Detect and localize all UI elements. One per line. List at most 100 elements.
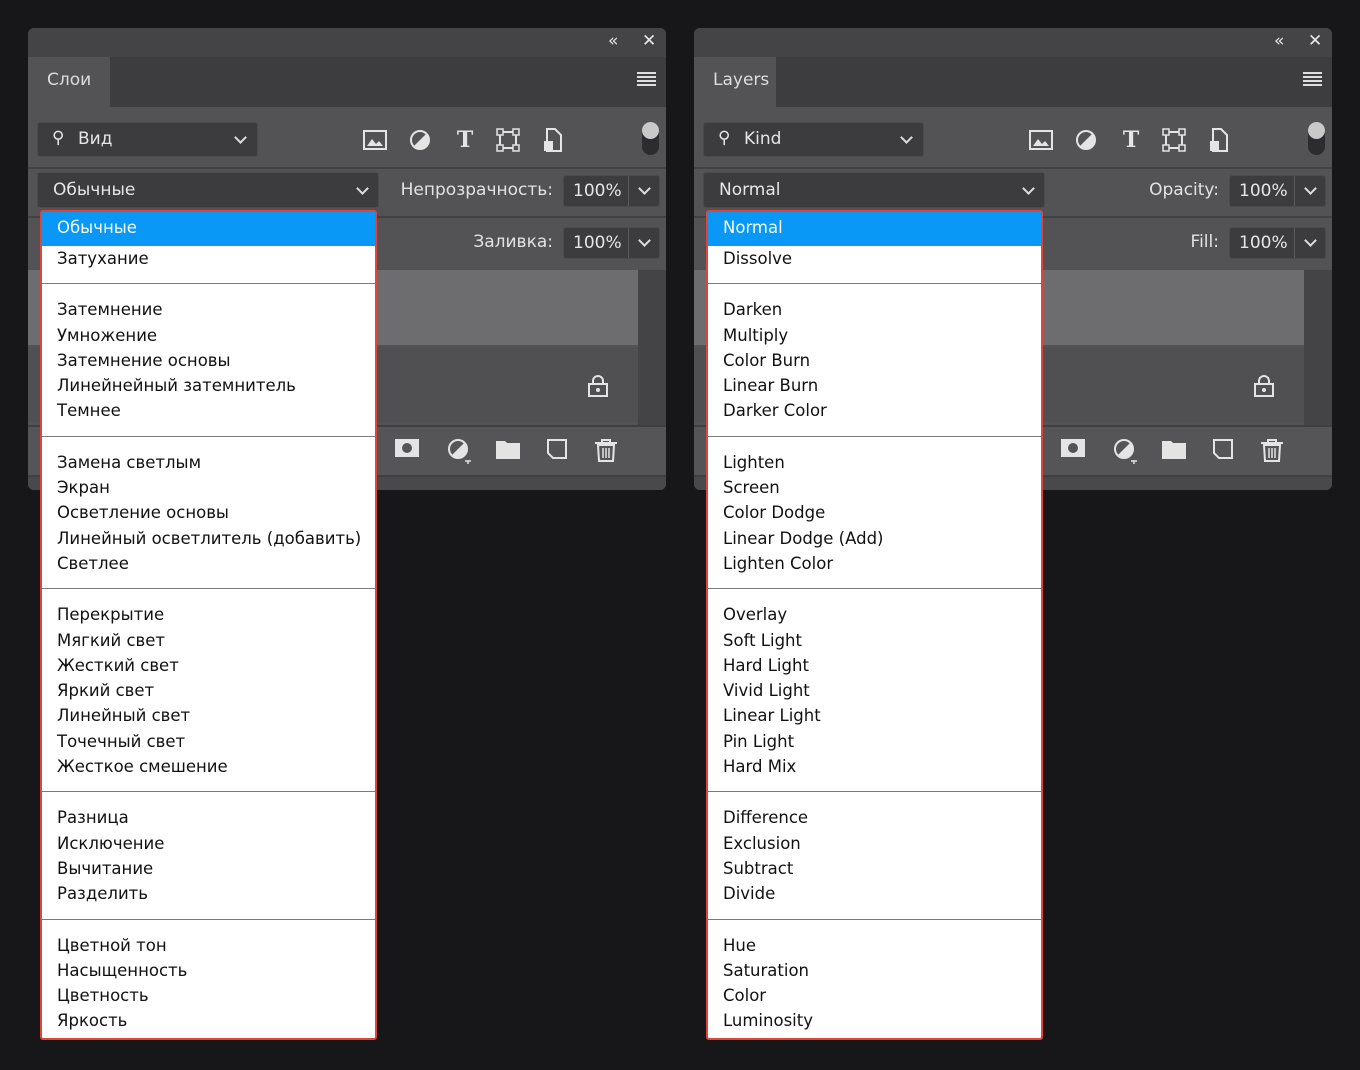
blend-mode-option[interactable]: Затемнение <box>42 297 375 322</box>
blend-mode-option[interactable]: Темнее <box>42 398 375 423</box>
blend-mode-option[interactable]: Hard Light <box>708 653 1041 678</box>
blend-mode-option[interactable]: Экран <box>42 475 375 500</box>
blend-mode-option[interactable]: Замена светлым <box>42 450 375 475</box>
add-mask-icon[interactable] <box>1061 438 1085 460</box>
blend-mode-option[interactable]: Linear Light <box>708 703 1041 728</box>
delete-layer-icon[interactable] <box>594 438 618 462</box>
blend-mode-option[interactable]: Жесткое смешение <box>42 754 375 779</box>
new-group-icon[interactable] <box>1161 438 1186 460</box>
panel-menu-icon[interactable] <box>637 72 656 88</box>
lock-icon[interactable] <box>588 375 608 401</box>
blend-mode-option[interactable]: Darken <box>708 297 1041 322</box>
blend-mode-option[interactable]: Точечный свет <box>42 729 375 754</box>
fill-input[interactable]: 100% <box>563 227 660 259</box>
adjustment-layer-filter-icon[interactable] <box>407 127 433 153</box>
blend-mode-option[interactable]: Divide <box>708 881 1041 906</box>
new-adjustment-layer-icon[interactable] <box>1113 438 1137 464</box>
blend-mode-option-selected[interactable]: Normal <box>708 212 1041 246</box>
type-layer-filter-icon[interactable]: T <box>452 127 478 153</box>
blend-mode-option[interactable]: Color Burn <box>708 348 1041 373</box>
collapse-icon[interactable]: « <box>1274 31 1284 51</box>
filter-toggle[interactable] <box>642 122 659 155</box>
blend-mode-option[interactable]: Линейнейный затемнитель <box>42 373 375 398</box>
new-layer-icon[interactable] <box>1212 438 1236 460</box>
blend-mode-option[interactable]: Яркий свет <box>42 678 375 703</box>
blend-mode-option[interactable]: Overlay <box>708 602 1041 627</box>
blend-mode-option[interactable]: Lighten Color <box>708 551 1041 576</box>
blend-mode-option[interactable]: Screen <box>708 475 1041 500</box>
pixel-layer-filter-icon[interactable] <box>362 127 388 153</box>
new-group-icon[interactable] <box>495 438 520 460</box>
blend-mode-option[interactable]: Vivid Light <box>708 678 1041 703</box>
blend-mode-option[interactable]: Исключение <box>42 831 375 856</box>
blend-mode-option[interactable]: Цветность <box>42 983 375 1008</box>
blend-mode-option[interactable]: Умножение <box>42 323 375 348</box>
blend-mode-option[interactable]: Dissolve <box>708 246 1041 271</box>
blend-mode-option[interactable]: Разделить <box>42 881 375 906</box>
blend-mode-option[interactable]: Soft Light <box>708 628 1041 653</box>
blend-mode-option[interactable]: Linear Dodge (Add) <box>708 526 1041 551</box>
blend-mode-option[interactable]: Multiply <box>708 323 1041 348</box>
chevron-down-icon[interactable] <box>1304 234 1317 247</box>
shape-layer-filter-icon[interactable] <box>1161 127 1187 153</box>
tab-layers[interactable]: Layers <box>694 57 776 107</box>
filter-kind-dropdown[interactable]: ⚲ Вид <box>37 122 258 157</box>
blend-mode-option[interactable]: Насыщенность <box>42 958 375 983</box>
blend-mode-option[interactable]: Hue <box>708 933 1041 958</box>
blend-mode-option[interactable]: Цветной тон <box>42 933 375 958</box>
blend-mode-option[interactable]: Lighten <box>708 450 1041 475</box>
collapse-icon[interactable]: « <box>608 31 618 51</box>
delete-layer-icon[interactable] <box>1260 438 1284 462</box>
add-mask-icon[interactable] <box>395 438 419 460</box>
chevron-down-icon[interactable] <box>638 182 651 195</box>
blend-mode-dropdown[interactable]: Обычные <box>37 172 379 208</box>
blend-mode-dropdown[interactable]: Normal <box>703 172 1045 208</box>
pixel-layer-filter-icon[interactable] <box>1028 127 1054 153</box>
blend-mode-option[interactable]: Color <box>708 983 1041 1008</box>
new-layer-icon[interactable] <box>546 438 570 460</box>
close-icon[interactable]: ✕ <box>1308 31 1322 51</box>
blend-mode-option[interactable]: Затухание <box>42 246 375 271</box>
panel-menu-icon[interactable] <box>1303 72 1322 88</box>
scrollbar[interactable] <box>638 270 666 425</box>
type-layer-filter-icon[interactable]: T <box>1118 127 1144 153</box>
blend-mode-option[interactable]: Линейный свет <box>42 703 375 728</box>
blend-mode-option[interactable]: Разница <box>42 805 375 830</box>
blend-mode-option[interactable]: Hard Mix <box>708 754 1041 779</box>
blend-mode-option[interactable]: Pin Light <box>708 729 1041 754</box>
opacity-input[interactable]: 100% <box>563 175 660 207</box>
blend-mode-option[interactable]: Вычитание <box>42 856 375 881</box>
blend-mode-option[interactable]: Мягкий свет <box>42 628 375 653</box>
blend-mode-option[interactable]: Difference <box>708 805 1041 830</box>
close-icon[interactable]: ✕ <box>642 31 656 51</box>
blend-mode-option[interactable]: Subtract <box>708 856 1041 881</box>
blend-mode-option[interactable]: Darker Color <box>708 398 1041 423</box>
blend-mode-option[interactable]: Saturation <box>708 958 1041 983</box>
blend-mode-option[interactable]: Жесткий свет <box>42 653 375 678</box>
tab-layers[interactable]: Слои <box>28 57 110 107</box>
new-adjustment-layer-icon[interactable] <box>447 438 471 464</box>
filter-toggle[interactable] <box>1308 122 1325 155</box>
shape-layer-filter-icon[interactable] <box>495 127 521 153</box>
blend-mode-option[interactable]: Exclusion <box>708 831 1041 856</box>
blend-mode-option[interactable]: Затемнение основы <box>42 348 375 373</box>
blend-mode-option[interactable]: Светлее <box>42 551 375 576</box>
filter-kind-dropdown[interactable]: ⚲ Kind <box>703 122 924 157</box>
blend-mode-option[interactable]: Color Dodge <box>708 500 1041 525</box>
fill-input[interactable]: 100% <box>1229 227 1326 259</box>
blend-mode-option-selected[interactable]: Обычные <box>42 212 375 246</box>
blend-mode-option[interactable]: Осветление основы <box>42 500 375 525</box>
scrollbar[interactable] <box>1304 270 1332 425</box>
chevron-down-icon[interactable] <box>638 234 651 247</box>
smart-object-filter-icon[interactable] <box>540 127 566 153</box>
blend-mode-option[interactable]: Линейный осветлитель (добавить) <box>42 526 375 551</box>
adjustment-layer-filter-icon[interactable] <box>1073 127 1099 153</box>
blend-mode-option[interactable]: Яркость <box>42 1008 375 1033</box>
blend-mode-option[interactable]: Перекрытие <box>42 602 375 627</box>
blend-mode-option[interactable]: Luminosity <box>708 1008 1041 1033</box>
smart-object-filter-icon[interactable] <box>1206 127 1232 153</box>
lock-icon[interactable] <box>1254 375 1274 401</box>
chevron-down-icon[interactable] <box>1304 182 1317 195</box>
blend-mode-option[interactable]: Linear Burn <box>708 373 1041 398</box>
opacity-input[interactable]: 100% <box>1229 175 1326 207</box>
